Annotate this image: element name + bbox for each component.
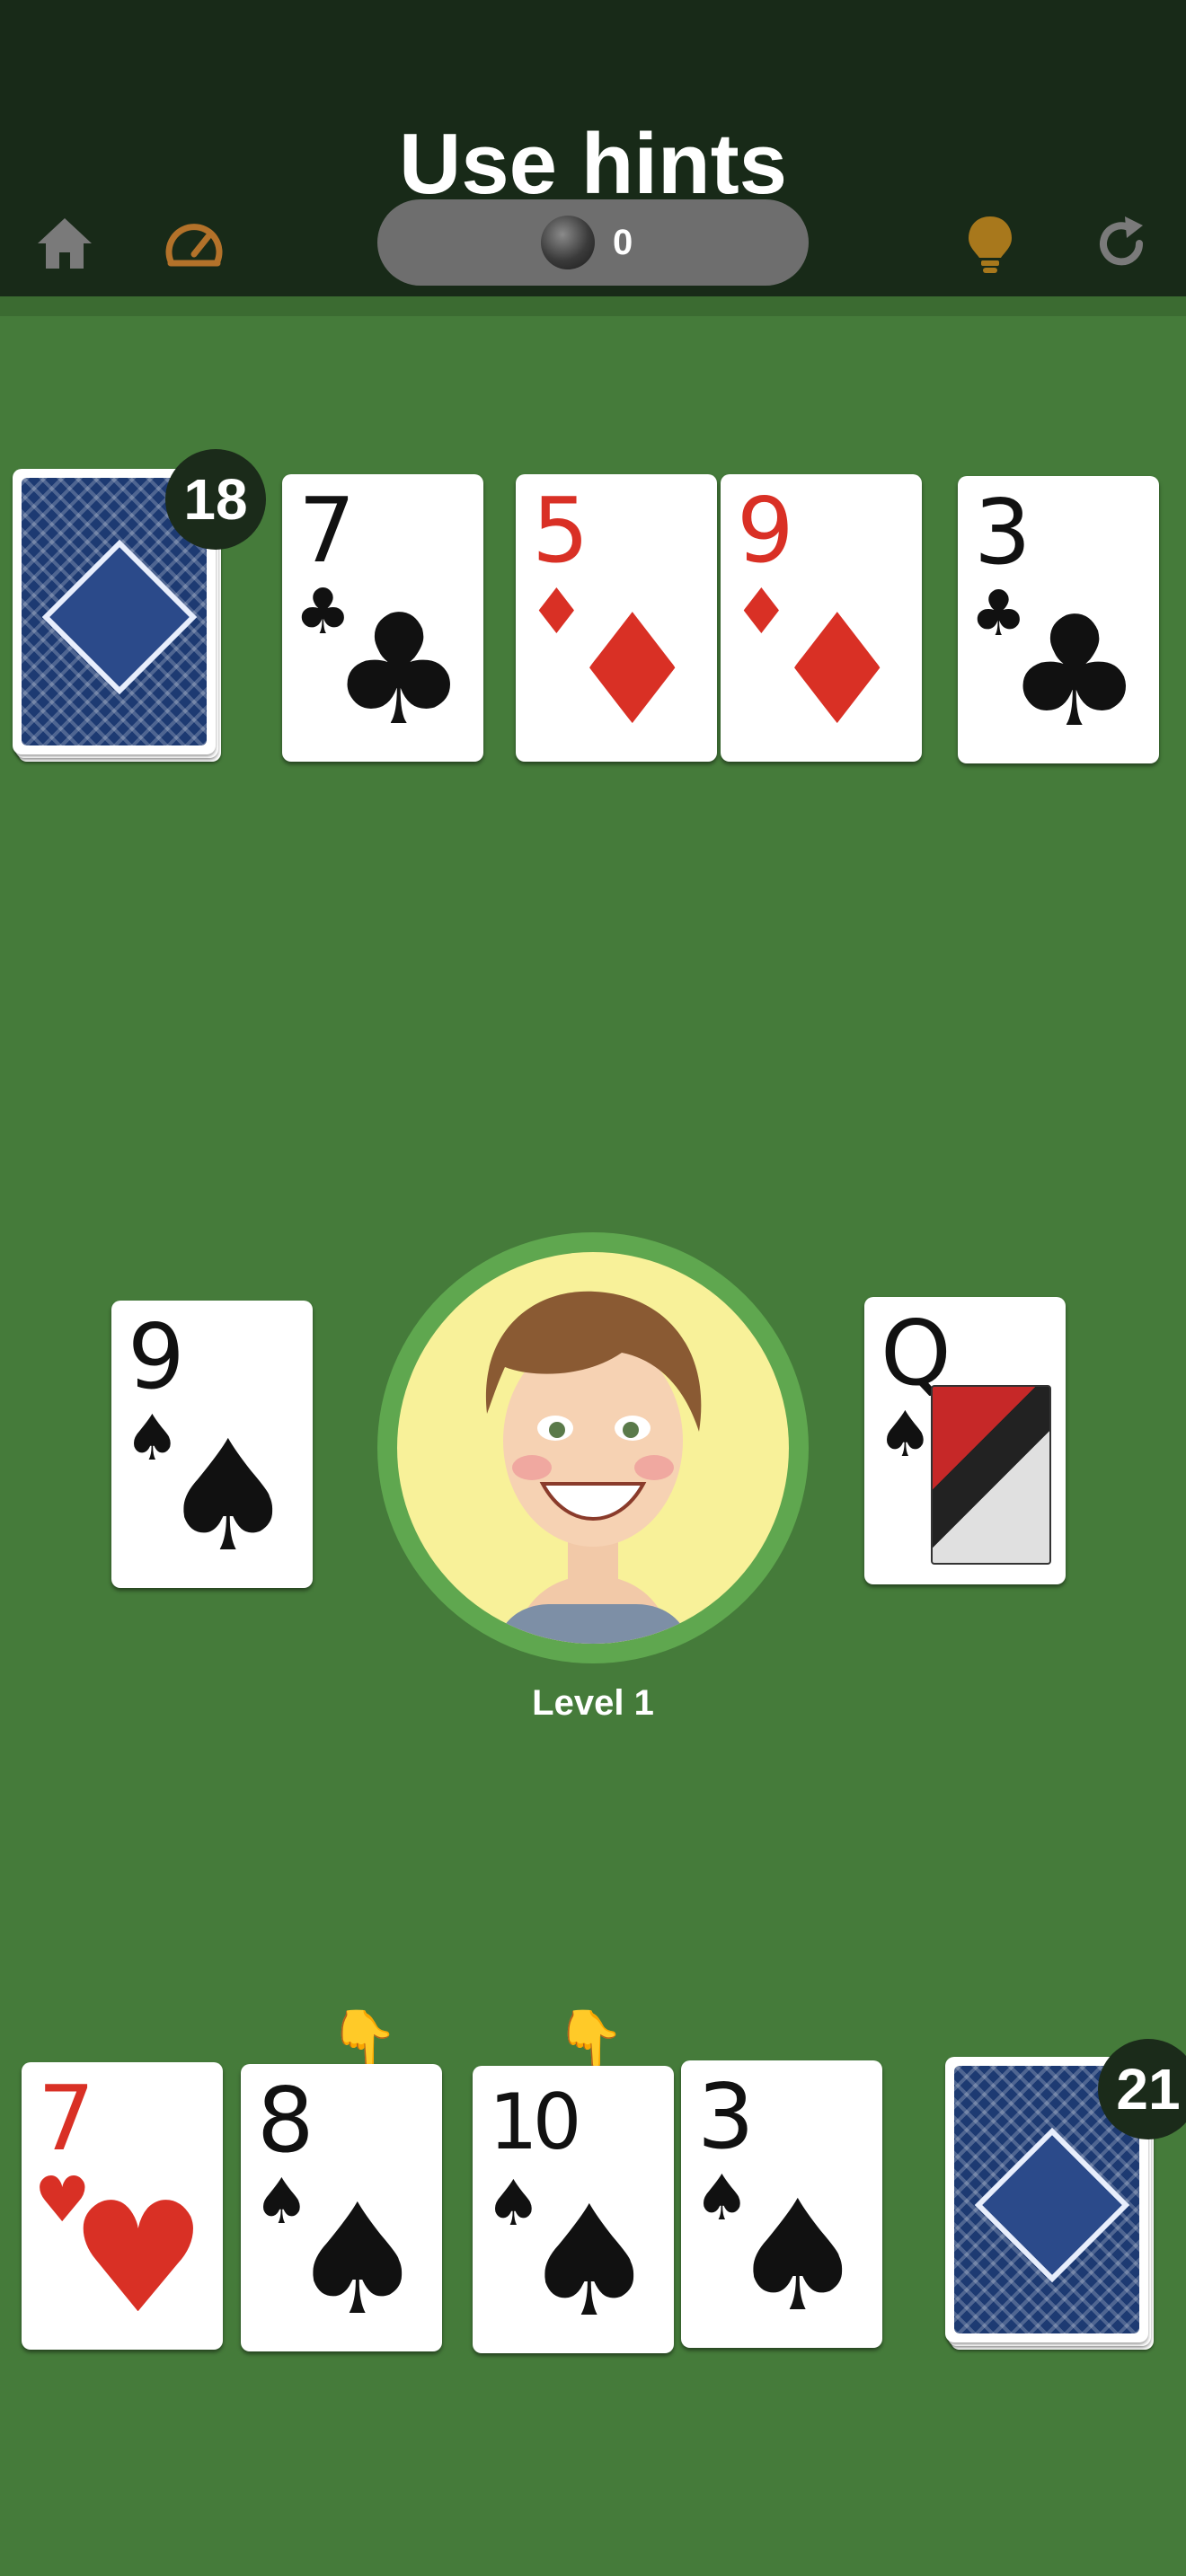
level-label: Level 1 xyxy=(532,1683,654,1723)
player-card-3-spades[interactable]: 3 ♠ ♠ xyxy=(681,2060,882,2348)
opponent-card: 9 ♦ ♦ xyxy=(721,474,922,762)
opponent-card: 7 ♣ ♣ xyxy=(282,474,483,762)
opponent-avatar xyxy=(377,1232,809,1663)
hint-pointer-icon: 👇 xyxy=(329,2008,399,2070)
player-card-7-hearts[interactable]: 7 ♥ ♥ xyxy=(22,2062,223,2350)
played-card-left: 9 ♠ ♠ xyxy=(111,1301,313,1588)
coin-count: 0 xyxy=(613,223,633,262)
avatar-face-icon xyxy=(485,1291,702,1644)
coin-counter: 0 xyxy=(377,199,809,286)
top-bar-divider xyxy=(0,296,1186,316)
player-card-8-spades[interactable]: 8 ♠ ♠ xyxy=(241,2064,442,2351)
home-icon[interactable] xyxy=(32,211,97,276)
opponent-card: 5 ♦ ♦ xyxy=(516,474,717,762)
hint-pointer-icon: 👇 xyxy=(555,2008,625,2070)
opponent-deck-count: 18 xyxy=(165,449,266,550)
coin-icon xyxy=(541,216,595,269)
queen-portrait xyxy=(931,1385,1051,1565)
lightbulb-icon[interactable] xyxy=(958,211,1022,276)
played-card-right: Q ♠ xyxy=(864,1297,1066,1584)
opponent-card: 3 ♣ ♣ xyxy=(958,476,1159,763)
speedometer-icon[interactable] xyxy=(162,211,226,276)
restart-icon[interactable] xyxy=(1089,211,1154,276)
player-card-10-spades[interactable]: 10 ♠ ♠ xyxy=(473,2066,674,2353)
